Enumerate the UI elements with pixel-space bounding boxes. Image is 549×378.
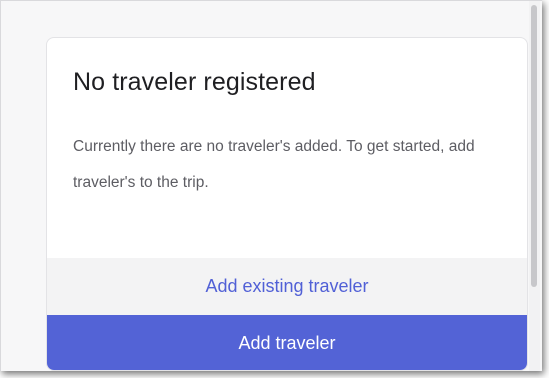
add-traveler-button[interactable]: Add traveler [47,315,527,370]
card-title: No traveler registered [73,68,316,96]
add-existing-traveler-button[interactable]: Add existing traveler [47,258,527,315]
window-frame: No traveler registered Currently there a… [0,0,542,371]
scrollbar[interactable] [529,1,540,371]
scrollbar-thumb[interactable] [531,5,537,287]
card-body: No traveler registered Currently there a… [47,38,527,258]
card-description: Currently there are no traveler's added.… [73,138,475,191]
empty-state-card: No traveler registered Currently there a… [46,37,528,371]
